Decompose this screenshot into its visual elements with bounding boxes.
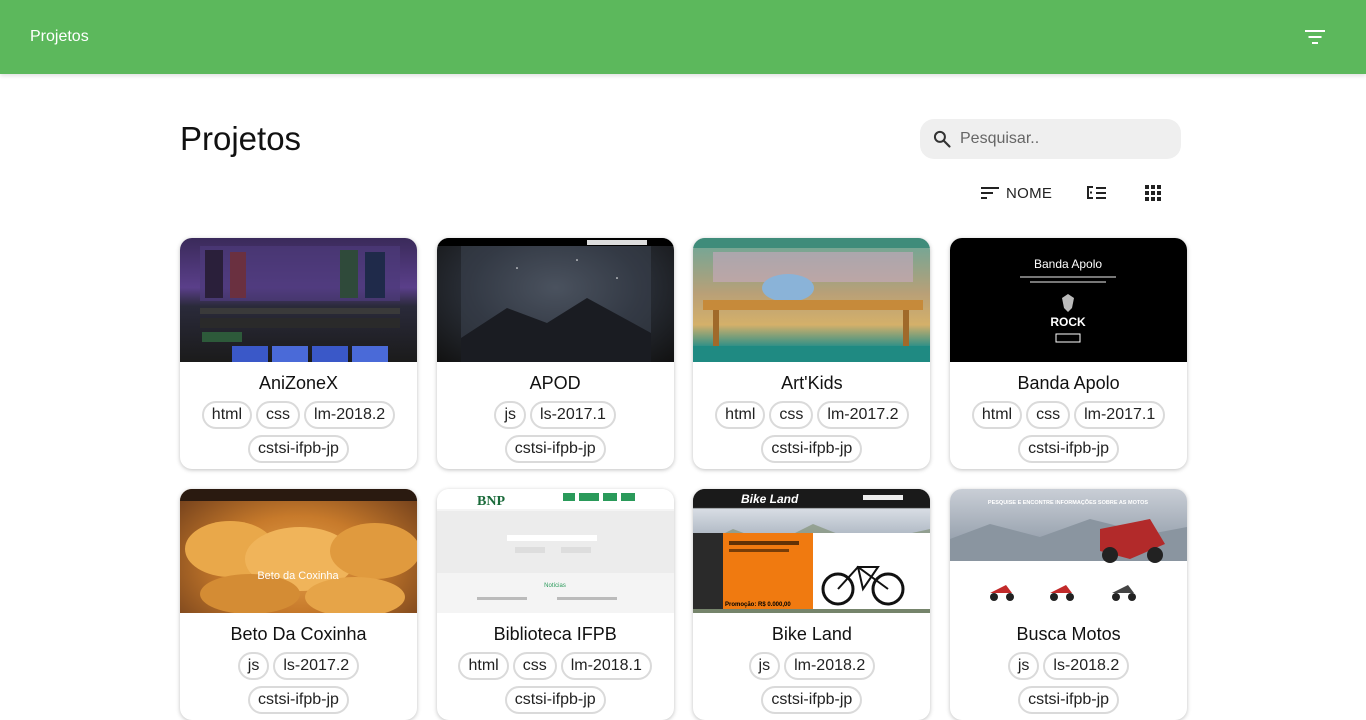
tag-list: js ls-2017.1 cstsi-ifpb-jp [437,395,674,463]
sort-icon [981,187,999,199]
thumbnail-art: Banda Apolo ROCK [1020,257,1117,343]
tag-chip[interactable]: js [748,652,781,680]
tag-chip[interactable]: cstsi-ifpb-jp [504,435,606,463]
tag-chip[interactable]: html [458,652,509,680]
tag-list: html css lm-2017.1 cstsi-ifpb-jp [950,395,1187,463]
tag-chip[interactable]: ls-2017.1 [530,401,616,429]
thumb-beto-caption: Beto da Coxinha [257,570,339,582]
project-thumbnail: PESQUISE E ENCONTRE INFORMAÇÕES SOBRE AS… [950,489,1188,613]
view-toolbar: NOME [980,178,1168,208]
tag-chip[interactable]: cstsi-ifpb-jp [761,686,863,714]
project-card[interactable]: Banda Apolo ROCK Banda Apolo html css lm… [950,238,1188,469]
project-title: Art'Kids [781,373,843,393]
project-card[interactable]: AniZoneX html css lm-2018.2 cstsi-ifpb-j… [180,238,417,469]
thumb-bike-promo: Promoção: R$ 0.000,00 [725,602,791,608]
tag-chip[interactable]: js [237,652,270,680]
tag-list: js lm-2018.2 cstsi-ifpb-jp [693,646,930,714]
thumb-bike-logo: Bike Land [741,492,799,506]
tag-list: html css lm-2017.2 cstsi-ifpb-jp [693,395,930,463]
tag-chip[interactable]: css [512,652,557,680]
project-card[interactable]: Bike Land Promoção: R$ 0.000,00 Bike Lan… [693,489,931,720]
thumbnail-art [436,238,674,362]
tag-chip[interactable]: css [1026,401,1071,429]
tag-chip[interactable]: cstsi-ifpb-jp [248,435,349,463]
project-grid: AniZoneX html css lm-2018.2 cstsi-ifpb-j… [180,238,1188,720]
project-thumbnail [693,238,931,362]
list-view-button[interactable] [1082,178,1112,208]
thumb-bib-logo: BNP [477,494,505,509]
search-box[interactable] [920,119,1181,159]
tag-chip[interactable]: cstsi-ifpb-jp [1018,686,1120,714]
search-input[interactable] [960,130,1160,148]
thumbnail-art [200,246,400,362]
thumbnail-art [693,238,931,362]
thumbnail-art: Beto da Coxinha [180,489,417,613]
tag-list: html css lm-2018.2 cstsi-ifpb-jp [180,395,417,463]
filter-button[interactable] [1296,18,1334,56]
project-thumbnail [180,238,417,362]
project-thumbnail: BNP Notícias [436,489,674,613]
checklist-icon [1087,186,1107,199]
project-thumbnail: Banda Apolo ROCK [950,238,1188,362]
tag-list: js ls-2017.2 cstsi-ifpb-jp [180,646,417,714]
project-title: APOD [529,373,581,393]
search-icon [933,130,951,148]
tag-chip[interactable]: js [1007,652,1040,680]
project-thumbnail: Beto da Coxinha [180,489,417,613]
project-card[interactable]: Beto da Coxinha Beto Da Coxinha js ls-20… [180,489,417,720]
tag-chip[interactable]: lm-2018.1 [560,652,652,680]
sort-label: NOME [1006,184,1053,202]
thumbnail-art: PESQUISE E ENCONTRE INFORMAÇÕES SOBRE AS… [950,499,1188,601]
app-bar: Projetos [0,0,1366,74]
grid-view-button[interactable] [1138,178,1168,208]
sort-by-name-button[interactable]: NOME [980,185,1052,202]
project-card[interactable]: PESQUISE E ENCONTRE INFORMAÇÕES SOBRE AS… [950,489,1188,720]
tag-chip[interactable]: ls-2018.2 [1043,652,1130,680]
grid-icon [1145,185,1162,201]
thumb-bib-heading: Notícias [544,583,566,589]
tag-chip[interactable]: js [494,401,527,429]
tag-list: html css lm-2018.1 cstsi-ifpb-jp [437,646,674,714]
project-card[interactable]: BNP Notícias Biblioteca IFPB html css lm… [436,489,674,720]
app-bar-title: Projetos [30,28,89,45]
tag-chip[interactable]: lm-2017.1 [1074,401,1166,429]
project-thumbnail: Bike Land Promoção: R$ 0.000,00 [693,489,931,613]
page-title: Projetos [180,120,302,157]
tag-chip[interactable]: cstsi-ifpb-jp [761,435,863,463]
thumb-banda-heading: Banda Apolo [1034,257,1102,271]
thumb-motos-banner: PESQUISE E ENCONTRE INFORMAÇÕES SOBRE AS… [988,499,1148,506]
tag-chip[interactable]: html [715,401,766,429]
tag-chip[interactable]: css [256,401,301,429]
tag-chip[interactable]: lm-2017.2 [817,401,909,429]
project-title: Banda Apolo [1017,373,1120,393]
project-title: Bike Land [771,624,852,644]
tag-chip[interactable]: cstsi-ifpb-jp [1018,435,1120,463]
thumbnail-art: Bike Land Promoção: R$ 0.000,00 [693,489,931,613]
tag-list: js ls-2018.2 cstsi-ifpb-jp [950,646,1187,714]
project-card[interactable]: APOD js ls-2017.1 cstsi-ifpb-jp [436,238,674,469]
project-title: Busca Motos [1016,624,1121,644]
tag-chip[interactable]: lm-2018.2 [784,652,876,680]
project-title: Beto Da Coxinha [230,624,367,644]
project-title: Biblioteca IFPB [493,624,617,644]
tag-chip[interactable]: css [769,401,814,429]
filter-list-icon [1305,30,1325,44]
thumb-banda-rock: ROCK [1050,315,1086,329]
tag-chip[interactable]: cstsi-ifpb-jp [248,686,349,714]
tag-chip[interactable]: ls-2017.2 [273,652,360,680]
thumbnail-art: BNP Notícias [436,489,674,600]
tag-chip[interactable]: cstsi-ifpb-jp [504,686,606,714]
tag-chip[interactable]: html [201,401,253,429]
tag-chip[interactable]: lm-2018.2 [304,401,396,429]
project-thumbnail [436,238,674,362]
project-title: AniZoneX [258,373,339,393]
project-card[interactable]: Art'Kids html css lm-2017.2 cstsi-ifpb-j… [693,238,931,469]
tag-chip[interactable]: html [971,401,1023,429]
